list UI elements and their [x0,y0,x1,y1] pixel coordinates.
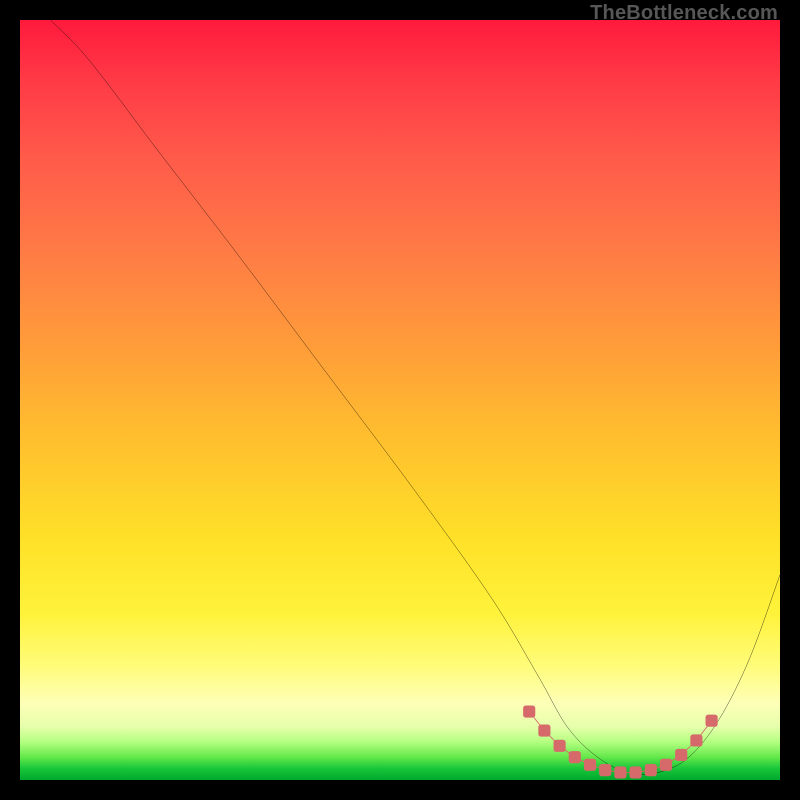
valley-marker [569,751,581,763]
valley-marker [554,740,566,752]
chart-frame: TheBottleneck.com [0,0,800,800]
valley-marker [630,766,642,778]
valley-marker [690,734,702,746]
valley-markers-group [523,706,718,779]
curve-line [50,20,780,774]
valley-marker [614,766,626,778]
plot-area [20,20,780,780]
valley-marker [599,764,611,776]
valley-marker [538,725,550,737]
valley-marker [675,749,687,761]
valley-marker [523,706,535,718]
valley-marker [584,759,596,771]
valley-marker [706,715,718,727]
valley-marker [645,764,657,776]
valley-marker [660,759,672,771]
chart-svg [20,20,780,780]
